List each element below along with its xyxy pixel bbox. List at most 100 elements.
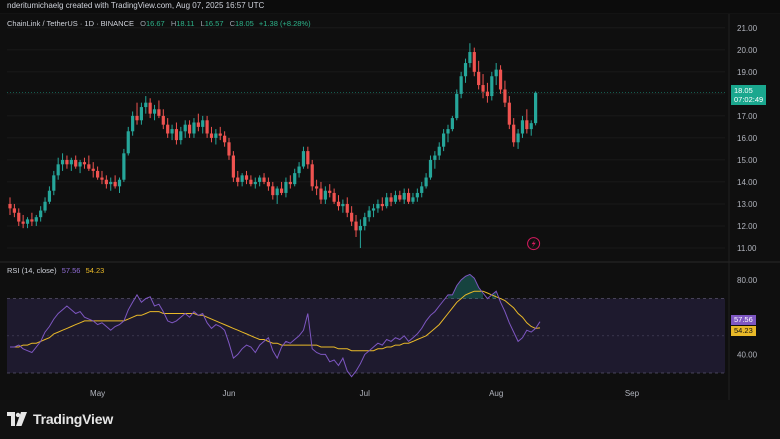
candle-up <box>34 217 38 222</box>
candle-down <box>472 52 476 72</box>
candle-up <box>47 190 52 202</box>
candle-down <box>231 155 235 178</box>
candle-up <box>253 181 257 185</box>
symbol-legend: ChainLink / TetherUS · 1D · BINANCE O16.… <box>7 19 311 28</box>
chart-svg[interactable]: 21.0020.0019.0018.0017.0016.0015.0014.00… <box>0 14 780 400</box>
candle-down <box>380 203 384 207</box>
candle-up <box>301 151 306 167</box>
candle-down <box>406 192 411 202</box>
tradingview-logo-icon <box>7 412 27 426</box>
candle-down <box>398 195 402 200</box>
candle-down <box>205 120 209 134</box>
candle-up <box>463 63 468 77</box>
candle-up <box>341 203 345 207</box>
candle-up <box>275 188 279 196</box>
candle-down <box>21 221 25 224</box>
candle-down <box>17 212 21 222</box>
candle-up <box>446 129 450 134</box>
footer-bar <box>0 400 780 439</box>
time-tick-label: May <box>90 389 105 398</box>
candle-up <box>323 190 327 200</box>
candle-up <box>468 52 472 64</box>
candle-down <box>91 168 95 171</box>
candle-down <box>65 159 69 165</box>
candle-down <box>328 190 332 193</box>
rsi-tick-label: 80.00 <box>737 276 758 285</box>
close-value: 18.05 <box>235 19 254 28</box>
candle-down <box>507 102 511 125</box>
candle-up <box>442 133 446 147</box>
candle-up <box>201 120 205 127</box>
high-value: 18.11 <box>176 19 195 28</box>
candle-down <box>332 192 336 202</box>
tradingview-logo[interactable]: TradingView <box>7 411 113 427</box>
candle-down <box>319 188 323 200</box>
candle-up <box>363 217 367 226</box>
price-tag: 18.05 07:02:49 <box>731 85 767 105</box>
price-tick-label: 12.00 <box>737 222 758 231</box>
candle-down <box>209 133 214 138</box>
candle-up <box>293 173 297 185</box>
candle-up <box>516 133 520 143</box>
candle-down <box>12 208 16 213</box>
candle-down <box>481 85 485 92</box>
candle-up <box>437 146 441 156</box>
chart-area[interactable]: 21.0020.0019.0018.0017.0016.0015.0014.00… <box>0 14 780 400</box>
candle-down <box>218 133 222 136</box>
candle-down <box>354 221 358 231</box>
symbol-name: ChainLink / TetherUS · 1D · BINANCE <box>7 19 134 28</box>
candle-down <box>288 181 292 185</box>
attribution-text: nderitumichaelg created with TradingView… <box>7 1 265 10</box>
candle-up <box>411 197 415 202</box>
candle-up <box>371 208 376 211</box>
candle-down <box>306 151 310 165</box>
candle-up <box>494 69 498 77</box>
candle-up <box>428 159 433 178</box>
candle-up <box>43 201 47 211</box>
candle-down <box>196 122 200 127</box>
candle-up <box>152 109 157 114</box>
rsi-ma-value: 54.23 <box>85 266 105 275</box>
open-value: 16.67 <box>145 19 165 28</box>
candle-up <box>117 179 122 187</box>
candle-down <box>87 164 91 169</box>
candle-down <box>104 179 108 185</box>
candle-up <box>179 131 183 141</box>
candle-up <box>284 181 288 193</box>
candle-down <box>82 162 87 165</box>
candle-down <box>161 115 165 125</box>
candle-up <box>402 192 406 200</box>
price-tick-label: 13.00 <box>737 200 758 209</box>
candle-down <box>503 89 507 103</box>
candle-down <box>336 201 341 207</box>
price-tick-label: 17.00 <box>737 112 758 121</box>
candle-down <box>236 177 240 182</box>
candle-up <box>170 129 174 134</box>
candle-down <box>244 175 249 180</box>
rsi-panel <box>7 273 725 378</box>
candle-up <box>60 159 65 165</box>
candle-up <box>109 181 113 185</box>
candle-down <box>389 197 393 202</box>
candle-up <box>529 123 533 130</box>
candle-up <box>520 120 525 134</box>
candle-up <box>192 122 196 134</box>
candle-down <box>477 71 481 86</box>
candle-up <box>358 225 362 231</box>
candle-down <box>30 219 34 222</box>
time-tick-label: Aug <box>489 389 503 398</box>
price-tick-label: 11.00 <box>737 244 757 253</box>
candle-down <box>262 177 266 182</box>
candle-up <box>183 124 187 132</box>
candle-down <box>512 124 516 143</box>
price-tick-label: 14.00 <box>737 178 758 187</box>
candle-up <box>240 175 244 182</box>
time-tick-label: Sep <box>625 389 640 398</box>
candle-down <box>148 102 152 114</box>
change-value: +1.38 (+8.28%) <box>258 19 311 28</box>
candle-down <box>8 203 12 209</box>
rsi-legend: RSI (14, close) 57.56 54.23 <box>7 266 104 275</box>
candle-up <box>122 153 126 180</box>
rsi-tick-label: 40.00 <box>737 350 758 359</box>
price-tick-label: 16.00 <box>737 134 758 143</box>
